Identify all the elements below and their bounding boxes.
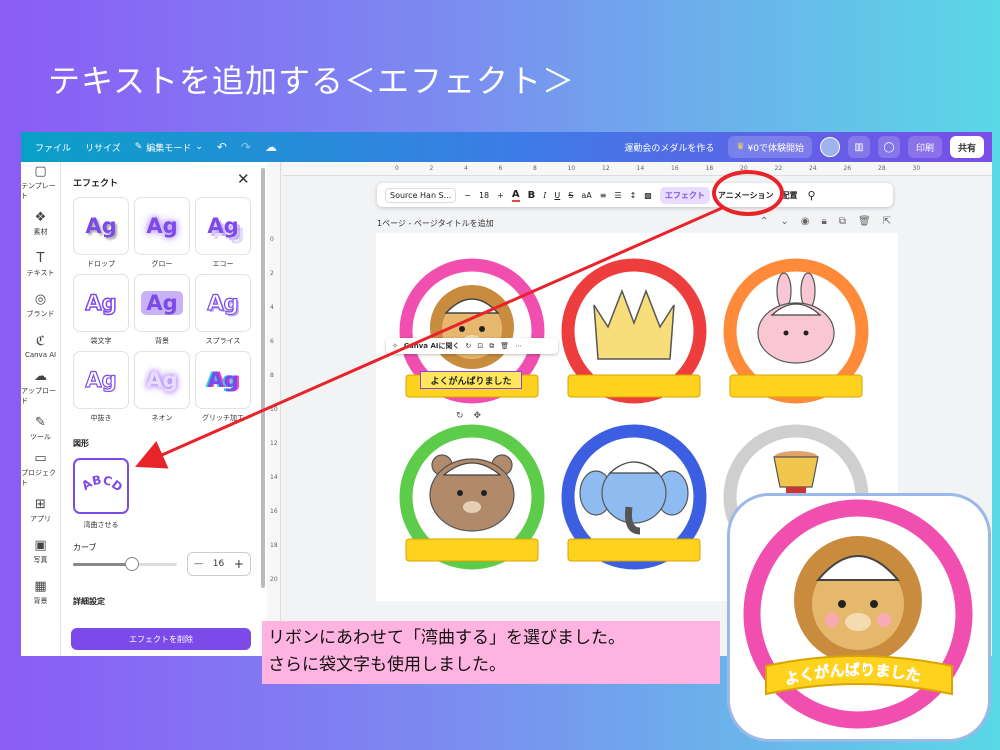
- zoomed-medal: よくがんばりました: [743, 499, 973, 729]
- callout-line-2: さらに袋文字も使用しました。: [268, 655, 506, 675]
- zoom-preview: よくがんばりました: [727, 493, 991, 742]
- explanation-callout: リボンにあわせて「湾曲する」を選びました。 さらに袋文字も使用しました。: [262, 621, 720, 684]
- callout-line-1: リボンにあわせて「湾曲する」を選びました。: [268, 628, 625, 648]
